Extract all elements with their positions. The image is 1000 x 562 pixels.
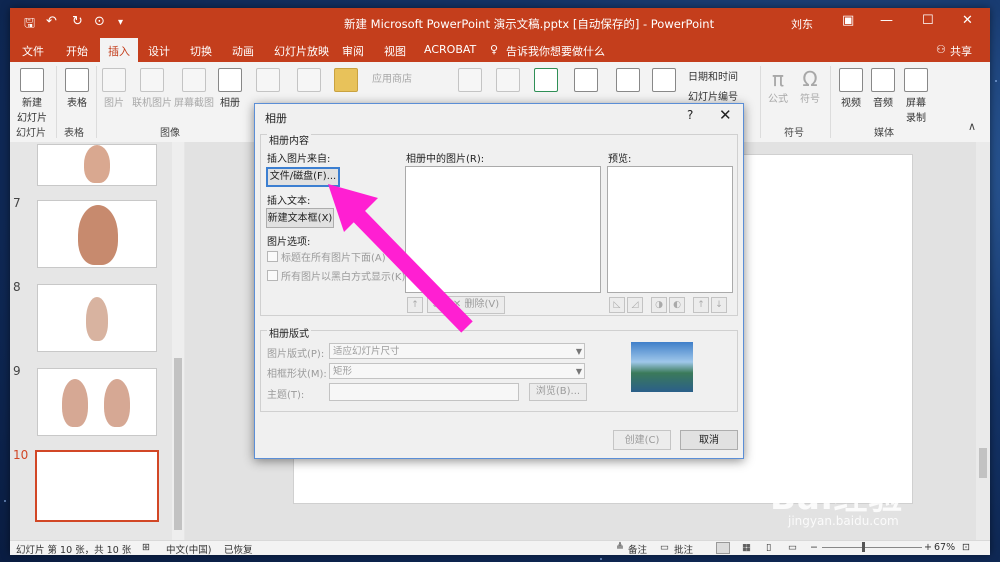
watermark-url: jingyan.baidu.com bbox=[788, 514, 899, 528]
baidu-watermark: Bai经验 jingyan.baidu.com bbox=[770, 470, 904, 528]
watermark-brand: Bai经验 bbox=[770, 478, 904, 518]
annotation-arrow-shaft bbox=[344, 201, 473, 333]
